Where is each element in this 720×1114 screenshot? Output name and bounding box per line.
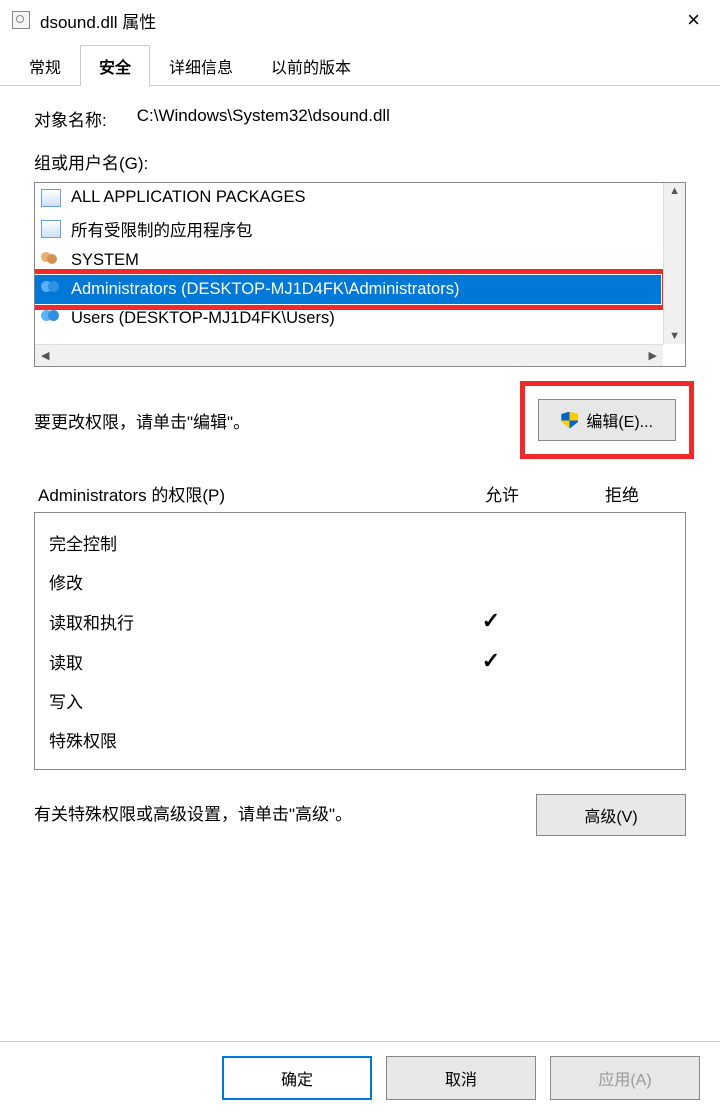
- scroll-up-icon[interactable]: ▲: [663, 183, 686, 199]
- cancel-button-label: 取消: [445, 1066, 477, 1090]
- advanced-row: 有关特殊权限或高级设置，请单击"高级"。 高级(V): [34, 794, 686, 836]
- advanced-button-label: 高级(V): [584, 803, 637, 827]
- permission-row: 读取和执行 ✓: [35, 601, 685, 641]
- permission-name: 特殊权限: [49, 727, 431, 752]
- list-item-label: Administrators (DESKTOP-MJ1D4FK\Administ…: [71, 280, 459, 299]
- dialog-footer: 确定 取消 应用(A): [0, 1041, 720, 1114]
- list-item-label: SYSTEM: [71, 251, 139, 270]
- cancel-button[interactable]: 取消: [386, 1056, 536, 1100]
- tab-details[interactable]: 详细信息: [150, 45, 252, 86]
- package-icon: [41, 189, 63, 207]
- tab-bar: 常规 安全 详细信息 以前的版本: [0, 44, 720, 86]
- deny-column-header: 拒绝: [562, 481, 682, 506]
- permission-row: 修改: [35, 562, 685, 601]
- permission-name: 读取: [49, 649, 431, 674]
- list-item[interactable]: SYSTEM: [35, 246, 661, 275]
- tab-previous-versions[interactable]: 以前的版本: [252, 45, 370, 86]
- scroll-right-icon[interactable]: ▶: [643, 347, 663, 364]
- permission-row: 读取 ✓: [35, 641, 685, 681]
- tab-security[interactable]: 安全: [80, 45, 150, 86]
- permission-row: 写入: [35, 681, 685, 720]
- edit-permissions-row: 要更改权限，请单击"编辑"。 编辑(E)...: [34, 389, 686, 451]
- list-item[interactable]: ALL APPLICATION PACKAGES: [35, 183, 661, 212]
- list-item-label: ALL APPLICATION PACKAGES: [71, 188, 305, 207]
- list-item-label: 所有受限制的应用程序包: [71, 217, 253, 241]
- object-name-label: 对象名称:: [34, 106, 107, 131]
- edit-button-label: 编辑(E)...: [586, 408, 653, 432]
- permission-name: 读取和执行: [49, 609, 431, 634]
- permission-name: 完全控制: [49, 530, 431, 555]
- scrollbar-horizontal[interactable]: ◀ ▶: [35, 344, 663, 366]
- edit-permissions-text: 要更改权限，请单击"编辑"。: [34, 408, 508, 433]
- permission-row: 完全控制: [35, 523, 685, 562]
- list-item[interactable]: Users (DESKTOP-MJ1D4FK\Users): [35, 304, 661, 333]
- window-title: dsound.dll 属性: [40, 8, 679, 33]
- admin-group-icon: [41, 281, 63, 299]
- apply-button-label: 应用(A): [598, 1066, 651, 1090]
- advanced-text: 有关特殊权限或高级设置，请单击"高级"。: [34, 802, 516, 828]
- tab-content: 对象名称: C:\Windows\System32\dsound.dll 组或用…: [0, 86, 720, 856]
- ok-button[interactable]: 确定: [222, 1056, 372, 1100]
- permissions-header: Administrators 的权限(P) 允许 拒绝: [34, 481, 686, 506]
- groups-label: 组或用户名(G):: [34, 149, 686, 174]
- apply-button[interactable]: 应用(A): [550, 1056, 700, 1100]
- title-bar: dsound.dll 属性 ×: [0, 0, 720, 40]
- groups-listbox[interactable]: ALL APPLICATION PACKAGES 所有受限制的应用程序包 SYS…: [34, 182, 686, 367]
- scroll-down-icon[interactable]: ▼: [663, 328, 686, 344]
- allow-column-header: 允许: [442, 481, 562, 506]
- permission-name: 写入: [49, 688, 431, 713]
- ok-button-label: 确定: [281, 1066, 313, 1090]
- package-icon: [41, 220, 63, 238]
- scrollbar-vertical[interactable]: ▲ ▼: [663, 183, 685, 344]
- users-icon: [41, 252, 63, 270]
- file-icon: [12, 11, 30, 29]
- allow-cell: ✓: [431, 608, 551, 634]
- users-group-icon: [41, 310, 63, 328]
- list-item-selected[interactable]: Administrators (DESKTOP-MJ1D4FK\Administ…: [35, 275, 661, 304]
- close-button[interactable]: ×: [679, 7, 708, 33]
- shield-icon: [561, 412, 578, 429]
- allow-cell: ✓: [431, 648, 551, 674]
- permissions-list: 完全控制 修改 读取和执行 ✓ 读取 ✓ 写入 特殊权限: [34, 512, 686, 770]
- list-item-label: Users (DESKTOP-MJ1D4FK\Users): [71, 309, 335, 328]
- permission-row: 特殊权限: [35, 720, 685, 759]
- object-name-value: C:\Windows\System32\dsound.dll: [137, 106, 390, 131]
- tab-general[interactable]: 常规: [10, 45, 80, 86]
- scroll-left-icon[interactable]: ◀: [35, 347, 55, 364]
- list-item[interactable]: 所有受限制的应用程序包: [35, 212, 661, 246]
- permissions-title: Administrators 的权限(P): [38, 481, 442, 506]
- advanced-button[interactable]: 高级(V): [536, 794, 686, 836]
- permission-name: 修改: [49, 569, 431, 594]
- edit-button[interactable]: 编辑(E)...: [538, 399, 676, 441]
- object-name-row: 对象名称: C:\Windows\System32\dsound.dll: [34, 106, 686, 131]
